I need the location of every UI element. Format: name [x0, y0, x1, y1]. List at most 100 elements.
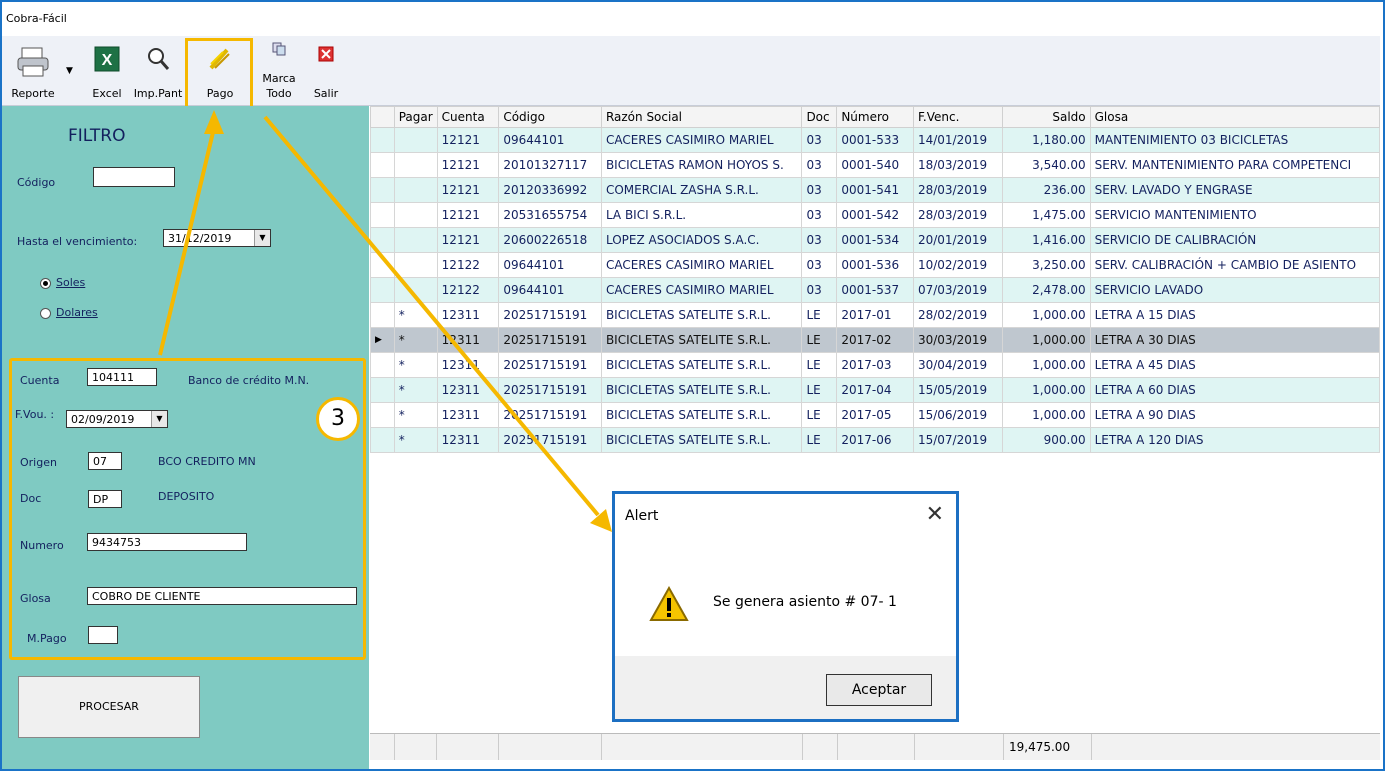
procesar-button[interactable]: PROCESAR: [18, 676, 200, 738]
imp-pant-button[interactable]: Imp.Pant: [130, 40, 186, 102]
codigo-label: Código: [17, 176, 56, 189]
row-selector[interactable]: [370, 202, 395, 228]
table-row[interactable]: 12121 20531655754 LA BICI S.R.L. 03 0001-542…: [370, 202, 1381, 228]
row-selector[interactable]: ▶: [370, 327, 395, 353]
marca-todo-button[interactable]: Marca Todo: [256, 40, 302, 102]
table-cell: COMERCIAL ZASHA S.R.L.: [600, 177, 803, 203]
table-cell: 0001-534: [836, 227, 914, 253]
table-cell[interactable]: [393, 252, 438, 278]
table-cell: MANTENIMIENTO 03 BICICLETAS: [1089, 127, 1381, 153]
column-header[interactable]: F.Venc.: [912, 106, 1003, 128]
dolares-radio[interactable]: [40, 308, 51, 319]
table-row[interactable]: 12122 09644101 CACERES CASIMIRO MARIEL 03 00…: [370, 277, 1381, 303]
table-cell: 2017-06: [836, 427, 914, 453]
column-header[interactable]: Pagar: [393, 106, 438, 128]
row-selector[interactable]: [370, 252, 395, 278]
row-selector[interactable]: [370, 302, 395, 328]
table-row[interactable]: * 12311 20251715191 BICICLETAS SATELITE S.R…: [370, 352, 1381, 378]
table-row[interactable]: * 12311 20251715191 BICICLETAS SATELITE S.R…: [370, 402, 1381, 428]
table-cell: 12311: [436, 352, 500, 378]
table-row[interactable]: 12121 20101327117 BICICLETAS RAMON HOYOS S…: [370, 152, 1381, 178]
row-selector[interactable]: [370, 427, 395, 453]
totals-row: 19,475.00: [370, 733, 1380, 760]
column-header[interactable]: Glosa: [1089, 106, 1381, 128]
table-cell[interactable]: [393, 202, 438, 228]
table-cell: 0001-533: [836, 127, 914, 153]
table-cell: 12121: [436, 127, 500, 153]
table-cell: 12311: [436, 427, 500, 453]
magnifier-icon: [148, 48, 170, 70]
dialog-close-icon[interactable]: ✕: [926, 502, 944, 527]
table-cell: 0001-541: [836, 177, 914, 203]
table-cell: 15/07/2019: [912, 427, 1003, 453]
table-row[interactable]: * 12311 20251715191 BICICLETAS SATELITE S.R…: [370, 427, 1381, 453]
dropdown-arrow-icon[interactable]: ▼: [66, 66, 73, 76]
table-cell[interactable]: *: [393, 377, 438, 403]
table-cell: BICICLETAS SATELITE S.R.L.: [600, 427, 803, 453]
date-dropdown-icon[interactable]: ▼: [254, 230, 270, 246]
reporte-button[interactable]: Reporte: [4, 40, 62, 102]
table-cell[interactable]: [393, 177, 438, 203]
column-header[interactable]: Saldo: [1001, 106, 1091, 128]
codigo-input[interactable]: [93, 167, 175, 187]
table-row[interactable]: * 12311 20251715191 BICICLETAS SATELITE S.R…: [370, 377, 1381, 403]
table-cell: 28/02/2019: [912, 302, 1003, 328]
salir-button[interactable]: Salir: [306, 40, 346, 102]
aceptar-button[interactable]: Aceptar: [826, 674, 932, 706]
table-cell[interactable]: *: [393, 327, 438, 353]
table-cell[interactable]: [393, 127, 438, 153]
table-cell: BICICLETAS SATELITE S.R.L.: [600, 302, 803, 328]
column-header[interactable]: Doc: [801, 106, 838, 128]
row-selector[interactable]: [370, 402, 395, 428]
table-cell: 30/03/2019: [912, 327, 1003, 353]
table-cell: 12311: [436, 402, 500, 428]
row-selector[interactable]: [370, 152, 395, 178]
table-cell[interactable]: *: [393, 402, 438, 428]
table-cell[interactable]: [393, 277, 438, 303]
row-selector[interactable]: [370, 177, 395, 203]
title-bar: Cobra-Fácil: [2, 2, 1380, 36]
table-row[interactable]: 12121 20120336992 COMERCIAL ZASHA S.R.L. 03…: [370, 177, 1381, 203]
table-cell: 03: [801, 177, 838, 203]
todo-label: Todo: [266, 87, 292, 100]
table-cell[interactable]: *: [393, 427, 438, 453]
column-header[interactable]: Razón Social: [600, 106, 803, 128]
table-row[interactable]: 12121 20600226518 LOPEZ ASOCIADOS S.A.C. 03…: [370, 227, 1381, 253]
table-cell: 2017-05: [836, 402, 914, 428]
row-selector[interactable]: [370, 227, 395, 253]
table-row[interactable]: * 12311 20251715191 BICICLETAS SATELITE S.R…: [370, 302, 1381, 328]
table-row[interactable]: 12121 09644101 CACERES CASIMIRO MARIEL 03 00…: [370, 127, 1381, 153]
table-row[interactable]: ▶ * 12311 20251715191 BICICLETAS SATELITE S.…: [370, 327, 1381, 353]
row-selector[interactable]: [370, 127, 395, 153]
table-cell[interactable]: [393, 227, 438, 253]
table-cell[interactable]: [393, 152, 438, 178]
hasta-date-field[interactable]: 31/12/2019 ▼: [163, 229, 271, 247]
column-header[interactable]: Código: [498, 106, 602, 128]
row-selector[interactable]: [370, 352, 395, 378]
table-cell: LE: [801, 327, 838, 353]
table-cell: 20251715191: [498, 377, 602, 403]
excel-button[interactable]: X Excel: [82, 40, 132, 102]
table-cell: 12311: [436, 327, 500, 353]
table-cell: CACERES CASIMIRO MARIEL: [600, 127, 803, 153]
table-cell: LE: [801, 402, 838, 428]
table-cell: 3,540.00: [1001, 152, 1091, 178]
table-cell[interactable]: *: [393, 302, 438, 328]
table-cell: 2017-04: [836, 377, 914, 403]
column-header[interactable]: Cuenta: [436, 106, 500, 128]
table-cell: 12122: [436, 252, 500, 278]
table-cell[interactable]: *: [393, 352, 438, 378]
soles-radio[interactable]: [40, 278, 51, 289]
table-row[interactable]: 12122 09644101 CACERES CASIMIRO MARIEL 03 00…: [370, 252, 1381, 278]
row-selector[interactable]: [370, 377, 395, 403]
row-selector[interactable]: [370, 277, 395, 303]
column-header[interactable]: Número: [836, 106, 914, 128]
warning-icon: [649, 586, 689, 621]
table-cell: 15/05/2019: [912, 377, 1003, 403]
table-cell: 20/01/2019: [912, 227, 1003, 253]
table-cell: 18/03/2019: [912, 152, 1003, 178]
table-cell: SERVICIO MANTENIMIENTO: [1089, 202, 1381, 228]
table-cell: 14/01/2019: [912, 127, 1003, 153]
table-cell: 09644101: [498, 252, 602, 278]
dialog-message: Se genera asiento # 07- 1: [713, 594, 897, 610]
